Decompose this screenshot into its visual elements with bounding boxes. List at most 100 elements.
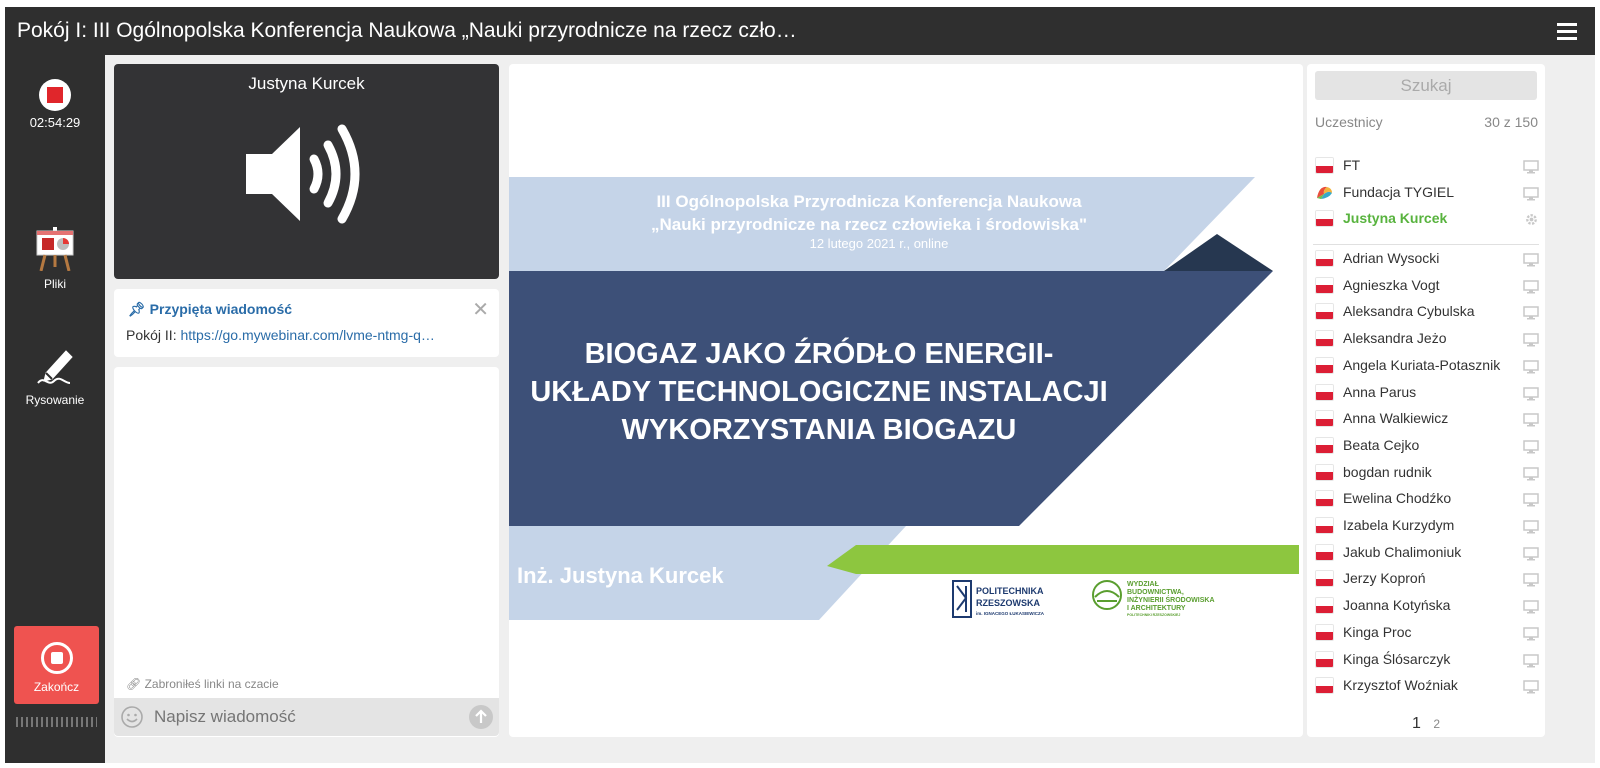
participant-row[interactable]: Jakub Chalimoniuk [1313,540,1539,566]
record-stop-icon[interactable] [39,79,71,111]
poland-flag-icon [1315,650,1334,668]
send-arrow-icon[interactable] [469,705,493,729]
participant-name: Kinga Proc [1343,623,1412,640]
participant-row[interactable]: Anna Walkiewicz [1313,406,1539,432]
participant-row[interactable]: Kinga Proc [1313,620,1539,646]
poland-flag-icon [1315,623,1334,641]
page-1-link[interactable]: 1 [1412,715,1421,732]
participant-row[interactable]: Aleksandra Jeżo [1313,326,1539,352]
monitor-icon [1523,626,1539,645]
recording-time: 02:54:29 [29,115,81,130]
presentation-board-icon [36,227,74,271]
tygiel-logo-icon [1317,186,1332,199]
poland-flag-icon [1315,210,1334,228]
files-button[interactable]: Pliki [5,227,105,291]
logo2-line3: INŻYNIERII ŚRODOWISKA [1127,595,1215,604]
participant-row[interactable]: Ewelina Chodźko [1313,486,1539,512]
main-area: Justyna Kurcek 📌︎ Przypięta wiadomość ✕ … [105,55,1595,763]
participant-name: Kinga Ślósarczyk [1343,650,1451,667]
hamburger-menu-icon[interactable] [1557,23,1577,40]
slide-conference-name: III Ogólnopolska Przyrodnicza Konferencj… [529,190,1209,236]
stop-circle-icon [40,642,73,674]
slide-author: Inż. Justyna Kurcek [517,563,724,588]
participant-name: Anna Parus [1343,383,1417,400]
monitor-icon [1523,412,1539,431]
participant-row[interactable]: Justyna Kurcek [1313,206,1539,232]
poland-flag-icon [1315,383,1334,401]
webinar-app: Pokój I: III Ogólnopolska Konferencja Na… [5,7,1595,763]
left-toolbar: 02:54:29 Pliki Rysowanie Zakończ [5,55,105,763]
participant-name: Aleksandra Cybulska [1343,303,1475,320]
logo1-line1: POLITECHNIKA [976,586,1044,596]
participant-row[interactable]: Anna Parus [1313,380,1539,406]
poland-flag-icon [1315,250,1334,267]
link-icon: 🔗︎ [126,677,142,691]
page-2-link[interactable]: 2 [1433,717,1440,731]
poland-flag-icon [1315,517,1334,534]
participant-row[interactable]: Joanna Kotyńska [1313,593,1539,619]
participant-name: bogdan rudnik [1343,463,1432,480]
end-session-button[interactable]: Zakończ [14,626,99,704]
chat-panel: 🔗︎ Zabroniłeś linki na czacie [114,367,499,737]
gear-icon[interactable] [1524,212,1539,231]
participant-name: Beata Cejko [1343,436,1420,453]
search-button[interactable]: Szukaj [1315,71,1537,100]
logo2-line2: BUDOWNICTWA, [1127,589,1184,596]
participant-row[interactable]: Jerzy Koproń [1313,566,1539,592]
poland-flag-icon [1315,463,1334,481]
pen-drawing-icon [37,350,73,384]
participant-row[interactable]: Aleksandra Cybulska [1313,299,1539,325]
monitor-icon [1523,599,1539,618]
close-icon[interactable]: ✕ [472,297,489,321]
participant-row[interactable]: bogdan rudnik [1313,460,1539,486]
participant-row[interactable]: Kinga Ślósarczyk [1313,647,1539,673]
participant-row[interactable]: Izabela Kurzydym [1313,513,1539,539]
emoji-icon[interactable] [120,705,144,729]
monitor-icon [1523,305,1539,324]
participant-row[interactable]: FT [1313,153,1539,179]
monitor-icon [1523,279,1539,298]
poland-flag-icon [1315,276,1334,294]
monitor-icon [1523,466,1539,485]
pinned-message: 📌︎ Przypięta wiadomość ✕ Pokój II: https… [114,289,499,357]
participant-row[interactable]: Fundacja TYGIEL [1313,180,1539,206]
slide-date: 12 lutego 2021 r., online [809,236,949,251]
participants-label: Uczestnicy [1315,114,1383,130]
participant-row[interactable]: Agnieszka Vogt [1313,273,1539,299]
monitor-icon [1523,519,1539,538]
poland-flag-icon [1315,436,1334,454]
slide-title: BIOGAZ JAKO ŹRÓDŁO ENERGII- UKŁADY TECHN… [509,335,1129,449]
speaker-name: Justyna Kurcek [248,74,365,93]
recording-indicator[interactable]: 02:54:29 [5,79,105,130]
participant-name: FT [1343,157,1361,173]
participants-count: 30 z 150 [1484,114,1538,130]
participant-name: Adrian Wysocki [1343,250,1440,266]
chat-links-note: 🔗︎ Zabroniłeś linki na czacie [126,677,279,691]
participant-row[interactable]: Angela Kuriata-Potasznik [1313,353,1539,379]
participant-name: Jerzy Koproń [1343,570,1426,587]
participant-row[interactable]: Beata Cejko [1313,433,1539,459]
poland-flag-icon [1315,677,1334,695]
poland-flag-icon [1315,597,1334,615]
monitor-icon [1523,186,1539,205]
participant-name: Aleksandra Jeżo [1343,330,1447,347]
logo2-line1: WYDZIAŁ [1127,581,1160,588]
logo1-line3: im. IGNACEGO ŁUKASIEWICZA [976,611,1045,616]
participant-name: Anna Walkiewicz [1343,410,1449,427]
participant-row[interactable]: Adrian Wysocki [1313,246,1539,272]
participant-row[interactable]: Krzysztof Woźniak [1313,673,1539,699]
poland-flag-icon [1315,157,1334,174]
chat-message-input[interactable] [154,705,454,729]
resize-handle[interactable] [16,717,97,727]
speaker-panel: Justyna Kurcek [114,64,499,279]
pin-icon: 📌︎ [128,301,146,317]
faculty-logo: WYDZIAŁ BUDOWNICTWA, INŻYNIERII ŚRODOWIS… [1092,580,1215,617]
logo2-line4: I ARCHITEKTURY [1127,605,1186,612]
poland-flag-icon [1315,410,1334,428]
participants-panel: Szukaj Uczestnicy 30 z 150 FT Fundacja TY… [1307,64,1545,737]
pinned-link[interactable]: https://go.mywebinar.com/lvme-ntmg-q… [180,327,434,343]
monitor-icon [1523,439,1539,458]
room-title: Pokój I: III Ogólnopolska Konferencja Na… [17,19,797,42]
drawing-label: Rysowanie [25,393,85,407]
drawing-button[interactable]: Rysowanie [5,345,105,407]
